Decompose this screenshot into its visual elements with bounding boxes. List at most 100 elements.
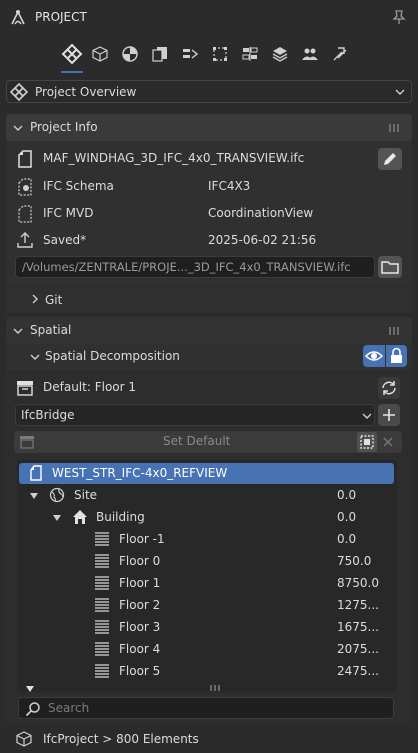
refresh-button[interactable]	[378, 377, 400, 399]
search-field[interactable]: Search	[18, 697, 394, 719]
storey-icon	[95, 620, 109, 636]
ifc-logo-icon	[10, 83, 28, 101]
tree-row-value: 0.0	[337, 510, 357, 524]
expand-triangle-icon[interactable]	[30, 492, 38, 500]
tree-row-project[interactable]: WEST_STR_IFC-4x0_REFVIEW	[19, 463, 394, 484]
search-icon	[25, 701, 41, 717]
tab-sheets[interactable]	[152, 46, 168, 62]
tab-ifc[interactable]	[60, 42, 84, 66]
storey-icon	[95, 598, 109, 614]
tab-quality[interactable]	[272, 46, 288, 62]
folder-icon	[381, 261, 399, 274]
drag-handle-icon[interactable]	[389, 327, 401, 335]
git-label: Git	[45, 293, 63, 307]
select-objects-button[interactable]	[357, 432, 377, 452]
tree-row-name: WEST_STR_IFC-4x0_REFVIEW	[52, 466, 228, 480]
fm-icon	[333, 47, 347, 61]
tab-structural[interactable]	[212, 46, 228, 62]
tab-geometry[interactable]	[92, 46, 108, 62]
file-name: MAF_WINDHAG_3D_IFC_4x0_TRANSVIEW.ifc	[43, 151, 305, 165]
footer-cube-icon	[16, 731, 32, 747]
list-options-triangle-icon[interactable]	[26, 685, 34, 693]
eye-icon	[364, 351, 384, 361]
list-resize-handle-icon[interactable]	[210, 685, 222, 691]
tree-row-name: Building	[96, 510, 145, 524]
tree-row-name: Floor -1	[119, 532, 165, 546]
pin-icon[interactable]	[390, 8, 408, 26]
storey-icon	[95, 642, 109, 658]
tab-schedule[interactable]	[182, 46, 198, 62]
plus-icon	[383, 409, 395, 421]
tree-row-floor[interactable]: Floor 1 8750.0	[17, 573, 395, 595]
chevron-down-icon	[30, 352, 40, 362]
chevron-down-icon	[362, 411, 372, 421]
tree-row-value: 1675...	[337, 620, 379, 634]
project-overview-dropdown[interactable]: Project Overview	[6, 80, 412, 103]
file-path-field[interactable]: /Volumes/ZENTRALE/PROJE..._3D_IFC_4x0_TR…	[15, 256, 375, 278]
tab-bar	[58, 42, 358, 74]
refresh-icon	[382, 381, 396, 395]
info-label: Saved*	[43, 233, 87, 247]
dropdown-label: Project Overview	[35, 85, 137, 99]
schema-icon	[17, 178, 33, 196]
tree-row-name: Floor 5	[119, 664, 161, 678]
tree-row-floor[interactable]: Floor -1 0.0	[17, 529, 395, 551]
tree-row-name: Floor 1	[119, 576, 161, 590]
expand-triangle-icon[interactable]	[53, 514, 61, 522]
mvd-icon	[17, 205, 33, 223]
tree-row-building[interactable]: Building 0.0	[17, 507, 395, 529]
visibility-toggle[interactable]	[363, 345, 385, 367]
archive-icon	[16, 380, 34, 396]
material-icon	[122, 46, 138, 62]
tree-row-value: 750.0	[337, 554, 372, 568]
spatial-decomposition-header[interactable]: Spatial Decomposition	[6, 344, 412, 370]
add-button[interactable]	[378, 404, 400, 426]
info-value: CoordinationView	[208, 206, 314, 220]
tab-materials[interactable]	[122, 46, 138, 62]
tree-row-value: 2475...	[337, 664, 379, 678]
tree-row-floor[interactable]: Floor 4 2075...	[17, 639, 395, 661]
sheets-icon	[152, 47, 167, 62]
section-title: Project Info	[30, 120, 98, 134]
tree-row-floor[interactable]: Floor 5 2475...	[17, 661, 395, 683]
set-default-button[interactable]: Set Default	[163, 434, 230, 448]
footer-element-count: IfcProject > 800 Elements	[43, 732, 199, 746]
tree-row-name: Floor 3	[119, 620, 161, 634]
storey-icon	[95, 576, 109, 592]
git-subpanel[interactable]: Git	[6, 286, 412, 313]
schedule-icon	[183, 49, 198, 59]
tab-people[interactable]	[302, 46, 318, 62]
info-value: IFC4X3	[208, 179, 251, 193]
search-placeholder: Search	[48, 701, 90, 715]
tree-row-name: Floor 0	[119, 554, 161, 568]
lock-toggle[interactable]	[386, 345, 407, 367]
tab-services[interactable]	[242, 46, 258, 62]
ifc-class-select[interactable]: IfcBridge	[15, 404, 375, 426]
info-label: IFC MVD	[43, 206, 94, 220]
quality-icon	[272, 47, 288, 62]
tree-row-value: 1275...	[337, 598, 379, 612]
spatial-header[interactable]: Spatial	[6, 317, 412, 344]
select-box-icon	[360, 435, 374, 449]
drag-handle-icon[interactable]	[389, 124, 401, 132]
browse-folder-button[interactable]	[378, 256, 402, 278]
tree-row-value: 2075...	[337, 642, 379, 656]
tab-active-indicator	[61, 71, 83, 73]
tree-row-floor[interactable]: Floor 3 1675...	[17, 617, 395, 639]
tree-row-name: Floor 2	[119, 598, 161, 612]
project-header-icon	[9, 9, 27, 27]
info-value: 2025-06-02 21:56	[208, 233, 317, 247]
header-title: PROJECT	[35, 10, 87, 24]
project-info-header[interactable]: Project Info	[6, 114, 412, 141]
file-icon	[17, 150, 33, 168]
close-icon[interactable]	[381, 435, 395, 449]
tree-row-floor[interactable]: Floor 0 750.0	[17, 551, 395, 573]
tree-row-floor[interactable]: Floor 2 1275...	[17, 595, 395, 617]
edit-button[interactable]	[378, 148, 402, 170]
storey-icon	[95, 532, 109, 548]
section-title: Spatial	[30, 323, 72, 337]
default-floor-label: Default: Floor 1	[43, 380, 137, 394]
tree-row-site[interactable]: Site 0.0	[17, 485, 395, 507]
tab-fm[interactable]	[332, 46, 348, 62]
file-path-text: /Volumes/ZENTRALE/PROJE..._3D_IFC_4x0_TR…	[22, 260, 351, 274]
